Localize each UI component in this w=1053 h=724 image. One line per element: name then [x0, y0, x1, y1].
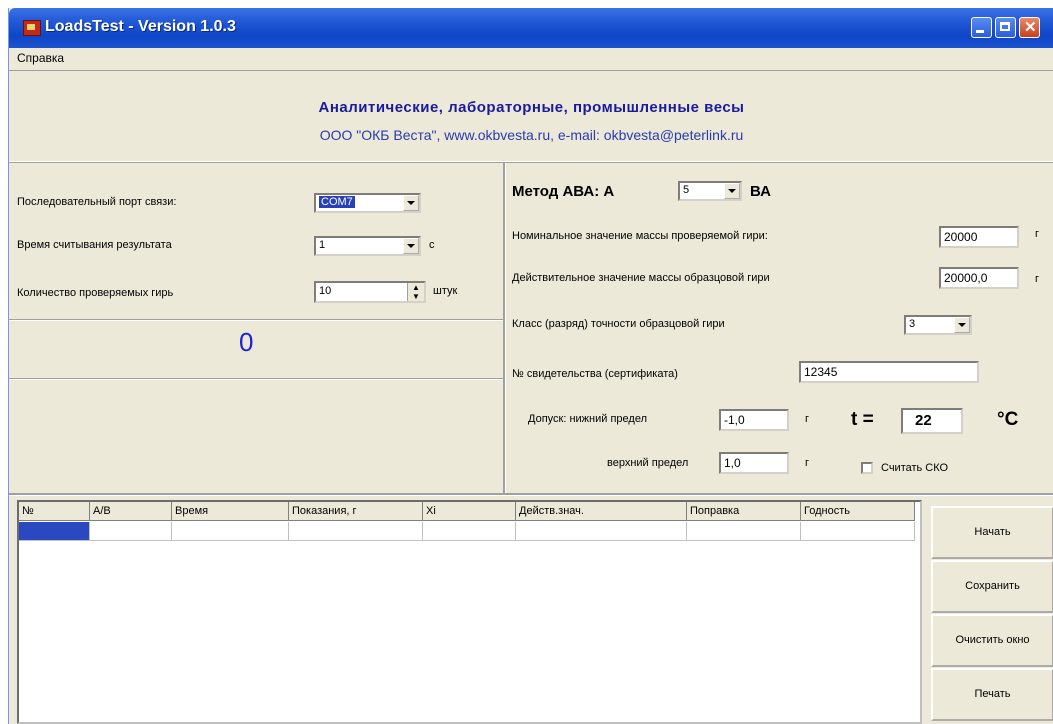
time-value: 1 — [319, 239, 326, 251]
time-unit: с — [429, 239, 435, 251]
time-select[interactable]: 1 — [314, 236, 421, 256]
app-window: LoadsTest - Version 1.0.3 Справка Аналит… — [8, 8, 1053, 724]
tolerance-high-value: 1,0 — [724, 456, 741, 470]
column-header[interactable]: Xi — [423, 502, 516, 521]
maximize-button[interactable] — [995, 17, 1016, 38]
tolerance-high-label: верхний предел — [607, 457, 689, 469]
save-button[interactable]: Сохранить — [931, 560, 1053, 613]
counter-value: 0 — [239, 327, 254, 357]
tolerance-low-unit: г — [805, 413, 810, 425]
app-icon — [23, 20, 41, 36]
nominal-field[interactable]: 20000 — [939, 226, 1019, 248]
nominal-label: Номинальное значение массы проверяемой г… — [512, 230, 768, 242]
table-cell[interactable] — [289, 522, 423, 541]
header-title: Аналитические, лабораторные, промышленны… — [318, 99, 745, 116]
table-cell[interactable] — [801, 522, 915, 541]
column-header[interactable]: Показания, г — [289, 502, 423, 521]
method-value: 5 — [683, 184, 690, 196]
start-button[interactable]: Начать — [931, 506, 1053, 559]
table-cell[interactable] — [90, 522, 172, 541]
actual-value: 20000,0 — [944, 271, 988, 285]
header-panel: Аналитические, лабораторные, промышленны… — [9, 70, 1053, 162]
clear-window-button[interactable]: Очистить окно — [931, 614, 1053, 667]
method-label: Метод АВА: А — [512, 183, 615, 200]
chevron-down-icon[interactable] — [403, 238, 419, 254]
temperature-unit: °С — [997, 409, 1019, 430]
time-label: Время считывания результата — [17, 239, 172, 251]
port-value: COM7 — [319, 196, 355, 208]
actual-label: Действительное значение массы образцовой… — [512, 272, 770, 284]
class-value: 3 — [909, 318, 916, 330]
temperature-label: t = — [851, 409, 874, 430]
cert-value: 12345 — [804, 365, 838, 379]
menu-item-help[interactable]: Справка — [17, 51, 64, 65]
column-header[interactable]: А/В — [90, 502, 172, 521]
cert-field[interactable]: 12345 — [799, 361, 979, 383]
actual-field[interactable]: 20000,0 — [939, 267, 1019, 289]
method-suffix: ВА — [750, 183, 771, 200]
chevron-down-icon[interactable] — [403, 195, 419, 211]
nominal-unit: г — [1035, 228, 1040, 240]
title-bar[interactable]: LoadsTest - Version 1.0.3 — [9, 8, 1053, 48]
panel-divider — [503, 163, 506, 493]
tolerance-high-field[interactable]: 1,0 — [719, 452, 789, 474]
count-unit: штук — [433, 285, 458, 297]
chevron-down-icon[interactable] — [724, 183, 740, 199]
actual-unit: г — [1035, 273, 1040, 285]
divider — [9, 319, 503, 320]
method-select[interactable]: 5 — [678, 181, 742, 201]
column-header[interactable]: Годность — [801, 502, 915, 521]
menu-bar: Справка — [9, 48, 1053, 68]
count-stepper[interactable]: 10 ▲ ▼ — [314, 281, 426, 303]
tolerance-low-field[interactable]: -1,0 — [719, 409, 789, 431]
column-header[interactable]: № — [19, 502, 90, 521]
temperature-value: 22 — [915, 412, 932, 429]
tolerance-low-label: Допуск: нижний предел — [528, 413, 647, 425]
settings-left-panel: Последовательный порт связи: COM7 Время … — [9, 163, 503, 493]
divider — [9, 378, 503, 379]
temperature-field[interactable]: 22 — [901, 408, 963, 434]
nominal-value: 20000 — [944, 230, 978, 244]
window-title: LoadsTest - Version 1.0.3 — [45, 18, 236, 35]
column-header[interactable]: Поправка — [687, 502, 801, 521]
close-button[interactable] — [1019, 17, 1040, 38]
tolerance-low-value: -1,0 — [724, 413, 745, 427]
sko-checkbox[interactable] — [861, 462, 873, 474]
tolerance-high-unit: г — [805, 457, 810, 469]
class-label: Класс (разряд) точности образцовой гири — [512, 318, 725, 330]
port-select[interactable]: COM7 — [314, 193, 421, 213]
divider — [9, 493, 1053, 496]
spin-arrows-icon[interactable]: ▲ ▼ — [407, 283, 424, 301]
minimize-button[interactable] — [971, 17, 992, 38]
count-label: Количество проверяемых гирь — [17, 287, 174, 299]
header-subtitle: ООО "ОКБ Веста", www.okbvesta.ru, e-mail… — [319, 127, 744, 143]
cert-label: № свидетельства (сертификата) — [512, 368, 678, 380]
table-cell[interactable] — [516, 522, 687, 541]
table-cell-selected[interactable] — [19, 522, 90, 541]
column-header[interactable]: Время — [172, 502, 289, 521]
table-cell[interactable] — [172, 522, 289, 541]
column-header[interactable]: Действ.знач. — [516, 502, 687, 521]
class-select[interactable]: 3 — [904, 315, 972, 335]
sko-label: Считать СКО — [881, 462, 949, 474]
count-value: 10 — [319, 285, 332, 297]
print-button[interactable]: Печать — [931, 668, 1053, 721]
port-label: Последовательный порт связи: — [17, 196, 177, 208]
table-cell[interactable] — [687, 522, 801, 541]
results-table[interactable]: № А/В Время Показания, г Xi Действ.знач.… — [17, 500, 922, 724]
table-cell[interactable] — [423, 522, 516, 541]
chevron-down-icon[interactable] — [954, 317, 970, 333]
